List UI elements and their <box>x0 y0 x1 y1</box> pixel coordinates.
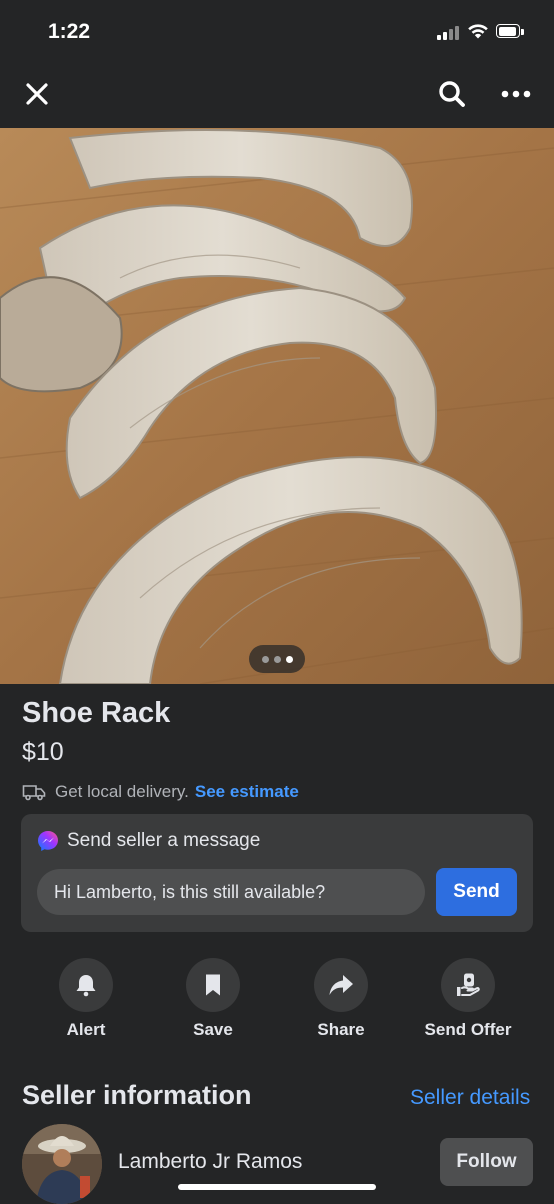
seller-avatar-image <box>22 1124 102 1204</box>
delivery-text: Get local delivery. <box>55 782 189 801</box>
more-horizontal-icon <box>501 90 531 98</box>
photo-pager[interactable] <box>249 645 305 673</box>
message-header: Send seller a message <box>37 830 260 852</box>
wifi-icon <box>468 24 488 39</box>
delivery-row: Get local delivery. See estimate <box>22 781 299 803</box>
share-button[interactable]: Share <box>286 958 396 1040</box>
home-indicator <box>178 1184 376 1190</box>
seller-name[interactable]: Lamberto Jr Ramos <box>118 1150 302 1174</box>
save-button[interactable]: Save <box>158 958 268 1040</box>
alert-label: Alert <box>66 1020 106 1039</box>
pager-dot <box>261 655 269 663</box>
delivery-truck-icon <box>22 785 46 801</box>
alert-button[interactable]: Alert <box>31 958 141 1040</box>
pager-dot <box>273 655 281 663</box>
listing-price: $10 <box>22 738 64 766</box>
seller-avatar[interactable] <box>22 1124 102 1204</box>
share-arrow-icon <box>329 975 353 995</box>
bookmark-icon <box>206 974 220 996</box>
cellular-signal-icon <box>437 26 461 40</box>
seller-details-link[interactable]: Seller details <box>410 1086 530 1110</box>
search-icon <box>439 81 465 107</box>
message-input[interactable]: Hi Lamberto, is this still available? <box>37 869 425 915</box>
seller-information-heading: Seller information <box>22 1080 252 1110</box>
send-button[interactable]: Send <box>436 868 517 916</box>
pager-dot-active <box>285 655 293 663</box>
top-nav <box>0 62 554 128</box>
action-row: Alert Save Share Send Offer <box>0 958 554 1042</box>
see-estimate-link[interactable]: See estimate <box>195 782 299 802</box>
offer-hand-icon <box>457 973 480 996</box>
share-label: Share <box>317 1020 365 1039</box>
send-offer-button[interactable]: Send Offer <box>413 958 523 1040</box>
send-offer-label: Send Offer <box>424 1020 512 1039</box>
bell-icon <box>76 975 96 997</box>
share-circle <box>314 958 368 1012</box>
status-time: 1:22 <box>48 20 91 43</box>
message-header-text: Send seller a message <box>67 830 261 851</box>
message-seller-card: Send seller a message Hi Lamberto, is th… <box>21 814 533 932</box>
status-bar: 1:22 <box>0 0 554 62</box>
alert-circle <box>59 958 113 1012</box>
more-options-button[interactable] <box>494 72 538 116</box>
save-label: Save <box>193 1020 233 1039</box>
close-button[interactable] <box>15 72 59 116</box>
follow-button[interactable]: Follow <box>440 1138 533 1186</box>
send-offer-circle <box>441 958 495 1012</box>
save-circle <box>186 958 240 1012</box>
search-button[interactable] <box>430 72 474 116</box>
ram-horns-photo <box>0 128 554 684</box>
battery-icon <box>496 24 524 40</box>
messenger-icon <box>38 831 58 851</box>
listing-photo[interactable] <box>0 128 554 684</box>
listing-title: Shoe Rack <box>22 697 171 729</box>
close-icon <box>26 83 48 105</box>
